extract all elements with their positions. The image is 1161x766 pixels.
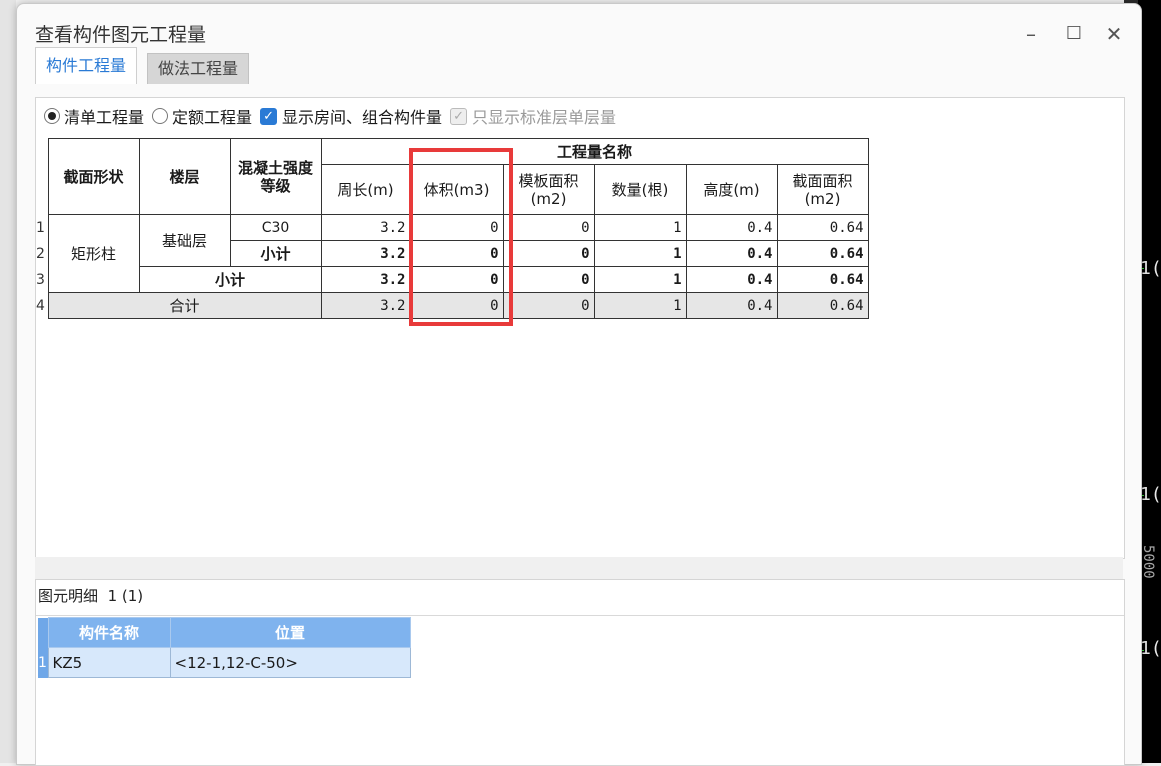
- cad-axis-label: 1(: [1140, 638, 1161, 659]
- detail-header: 图元明细 1 (1): [38, 585, 143, 606]
- detail-panel: 图元明细 1 (1) 构件名称 位置 1 KZ5 <12-1,12-C-50>: [35, 579, 1125, 766]
- volume-column-highlight: [409, 148, 513, 326]
- cell-subtotal-label[interactable]: 小计: [229, 240, 322, 267]
- cell-height[interactable]: 0.4: [685, 266, 778, 293]
- cell-formwork[interactable]: 0: [502, 240, 595, 267]
- cell-area[interactable]: 0.64: [776, 240, 869, 267]
- detail-title: 图元明细: [38, 587, 99, 605]
- cell-grade[interactable]: C30: [229, 214, 322, 241]
- radio-quota-label: 定额工程量: [172, 108, 253, 127]
- quantity-panel: 清单工程量 定额工程量 ✓ 显示房间、组合构件量 ✓ 只显示标准层单层量 截面形…: [35, 97, 1125, 559]
- checkbox-show-room-label: 显示房间、组合构件量: [282, 108, 443, 127]
- cell-area[interactable]: 0.64: [776, 266, 869, 293]
- radio-bill-label: 清单工程量: [64, 108, 145, 127]
- header-count[interactable]: 数量(根): [593, 164, 687, 215]
- cell-formwork[interactable]: 0: [502, 292, 595, 319]
- cell-subtotal-label[interactable]: 小计: [138, 266, 322, 293]
- header-section-shape[interactable]: 截面形状: [47, 138, 140, 215]
- dialog-title: 查看构件图元工程量: [35, 24, 207, 46]
- panel-splitter[interactable]: [35, 557, 1123, 580]
- divider: [36, 615, 1124, 616]
- cell-perimeter[interactable]: 3.2: [320, 240, 411, 267]
- checkbox-standard-floor: ✓ 只显示标准层单层量: [450, 104, 616, 128]
- cell-position[interactable]: <12-1,12-C-50>: [169, 647, 411, 678]
- checkbox-standard-floor-label: 只显示标准层单层量: [472, 108, 617, 127]
- cell-formwork[interactable]: 0: [502, 214, 595, 241]
- table-row[interactable]: 1 KZ5 <12-1,12-C-50>: [38, 647, 411, 678]
- radio-unselected-icon[interactable]: [152, 108, 169, 124]
- minimize-icon[interactable]: –: [1017, 20, 1045, 48]
- cell-perimeter[interactable]: 3.2: [320, 214, 411, 241]
- header-quantity-name[interactable]: 工程量名称: [320, 138, 869, 165]
- header-concrete-grade[interactable]: 混凝土强度等级: [229, 138, 322, 215]
- tab-component-quantity[interactable]: 构件工程量: [35, 47, 138, 84]
- cell-count[interactable]: 1: [593, 240, 687, 267]
- header-component-name[interactable]: 构件名称: [47, 617, 171, 648]
- row-number: 4: [36, 292, 48, 319]
- cell-perimeter[interactable]: 3.2: [320, 266, 411, 293]
- radio-bill-quantity[interactable]: 清单工程量: [44, 104, 144, 128]
- cell-height[interactable]: 0.4: [685, 240, 778, 267]
- radio-selected-icon[interactable]: [44, 108, 60, 124]
- tab-method-quantity[interactable]: 做法工程量: [147, 53, 250, 84]
- row-number: 2: [36, 240, 48, 267]
- maximize-icon[interactable]: ☐: [1060, 20, 1088, 48]
- quantity-dialog: 查看构件图元工程量 – ☐ ✕ 构件工程量 做法工程量 清单工程量 定额工程量 …: [16, 3, 1142, 766]
- detail-table: 构件名称 位置 1 KZ5 <12-1,12-C-50>: [38, 617, 411, 678]
- checkbox-show-room[interactable]: ✓ 显示房间、组合构件量: [260, 104, 442, 128]
- cell-height[interactable]: 0.4: [685, 292, 778, 319]
- row-number: 1: [36, 214, 48, 241]
- cell-total-label[interactable]: 合计: [47, 292, 322, 319]
- detail-count: 1 (1): [107, 587, 144, 605]
- cad-dimension-text: 5000: [1140, 545, 1156, 579]
- radio-quota-quantity[interactable]: 定额工程量: [152, 104, 252, 128]
- cad-axis-label: 1(: [1140, 258, 1161, 279]
- cell-count[interactable]: 1: [593, 214, 687, 241]
- background-app-left: [0, 0, 16, 763]
- row-number: 1: [38, 647, 48, 678]
- header-floor[interactable]: 楼层: [138, 138, 231, 215]
- cell-perimeter[interactable]: 3.2: [320, 292, 411, 319]
- cell-component-name[interactable]: KZ5: [47, 647, 171, 678]
- header-height[interactable]: 高度(m): [685, 164, 778, 215]
- cell-count[interactable]: 1: [593, 292, 687, 319]
- cell-floor[interactable]: 基础层: [138, 214, 231, 267]
- cell-formwork[interactable]: 0: [502, 266, 595, 293]
- header-perimeter[interactable]: 周长(m): [320, 164, 411, 215]
- cell-shape[interactable]: 矩形柱: [47, 214, 140, 293]
- close-icon[interactable]: ✕: [1100, 20, 1128, 48]
- cad-axis-label: 1(: [1140, 484, 1161, 505]
- cell-height[interactable]: 0.4: [685, 214, 778, 241]
- header-position[interactable]: 位置: [169, 617, 411, 648]
- cell-count[interactable]: 1: [593, 266, 687, 293]
- row-number: 3: [36, 266, 48, 293]
- header-section-area[interactable]: 截面面积(m2): [776, 164, 869, 215]
- options-bar: 清单工程量 定额工程量 ✓ 显示房间、组合构件量 ✓ 只显示标准层单层量: [44, 104, 624, 128]
- cell-area[interactable]: 0.64: [776, 292, 869, 319]
- cell-area[interactable]: 0.64: [776, 214, 869, 241]
- checkmark-icon[interactable]: ✓: [260, 107, 278, 125]
- header-formwork-area[interactable]: 模板面积(m2): [502, 164, 595, 215]
- checkmark-disabled-icon: ✓: [450, 107, 468, 125]
